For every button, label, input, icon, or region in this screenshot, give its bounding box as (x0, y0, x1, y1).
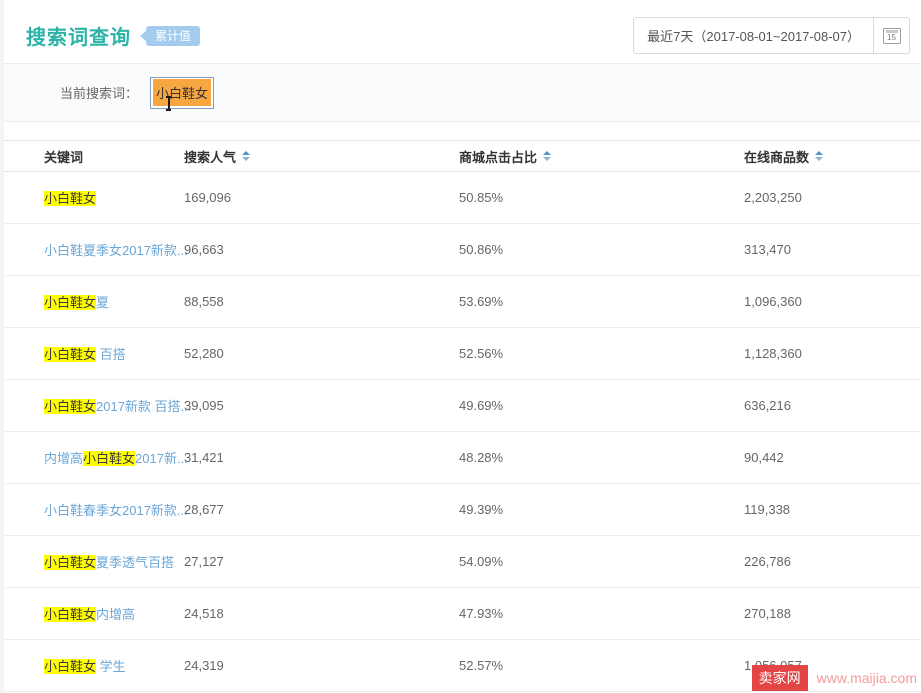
keyword-link[interactable]: 小白鞋女夏 (44, 295, 109, 310)
search-input-value: 小白鞋女 (153, 79, 211, 106)
date-range-label: 最近7天（2017-08-01~2017-08-07） (634, 18, 873, 53)
cell-online-products: 636,216 (744, 398, 921, 413)
current-search-label: 当前搜索词： (60, 83, 138, 102)
cell-online-products: 226,786 (744, 554, 921, 569)
cell-search-popularity: 52,280 (184, 346, 459, 361)
cell-search-popularity: 24,319 (184, 658, 459, 673)
keyword-link[interactable]: 小白鞋女 学生 (44, 659, 126, 674)
table-body: 小白鞋女 169,096 50.85% 2,203,250 小白鞋夏季女2017… (4, 172, 921, 692)
cell-search-popularity: 28,677 (184, 502, 459, 517)
table-row: 小白鞋女内增高 24,518 47.93% 270,188 (4, 588, 921, 640)
table-row: 小白鞋女2017新款 百搭... 39,095 49.69% 636,216 (4, 380, 921, 432)
table-row: 小白鞋夏季女2017新款... 96,663 50.86% 313,470 (4, 224, 921, 276)
table-row: 小白鞋女夏季透气百搭 27,127 54.09% 226,786 (4, 536, 921, 588)
search-term-query-page: 搜索词查询 累计值 最近7天（2017-08-01~2017-08-07） 15… (0, 0, 921, 693)
table-row: 内增高小白鞋女2017新... 31,421 48.28% 90,442 (4, 432, 921, 484)
header: 搜索词查询 累计值 (26, 21, 200, 50)
cell-search-popularity: 88,558 (184, 294, 459, 309)
cell-click-ratio: 47.93% (459, 606, 744, 621)
sort-icon[interactable] (815, 151, 823, 161)
text-cursor-icon (164, 96, 173, 111)
cell-search-popularity: 96,663 (184, 242, 459, 257)
cumulative-value-badge: 累计值 (146, 26, 200, 46)
sort-icon[interactable] (543, 151, 551, 161)
sort-icon[interactable] (242, 151, 250, 161)
calendar-day: 15 (884, 33, 900, 43)
keyword-link[interactable]: 小白鞋女 百搭 (44, 347, 126, 362)
cell-online-products: 90,442 (744, 450, 921, 465)
cell-click-ratio: 53.69% (459, 294, 744, 309)
cell-click-ratio: 52.57% (459, 658, 744, 673)
calendar-button[interactable]: 15 (873, 18, 909, 53)
calendar-icon: 15 (883, 28, 901, 44)
cell-click-ratio: 50.85% (459, 190, 744, 205)
keyword-link[interactable]: 小白鞋春季女2017新款... (44, 503, 188, 518)
cell-click-ratio: 50.86% (459, 242, 744, 257)
date-range-picker[interactable]: 最近7天（2017-08-01~2017-08-07） 15 (633, 17, 910, 54)
keyword-link[interactable]: 小白鞋女 (44, 191, 96, 206)
cell-click-ratio: 49.69% (459, 398, 744, 413)
cell-online-products: 1,128,360 (744, 346, 921, 361)
cell-online-products: 270,188 (744, 606, 921, 621)
search-input[interactable]: 小白鞋女 (150, 77, 214, 109)
table-row: 小白鞋女 169,096 50.85% 2,203,250 (4, 172, 921, 224)
cell-online-products: 313,470 (744, 242, 921, 257)
current-search-section: 当前搜索词： 小白鞋女 (4, 63, 921, 122)
watermark: 卖家网 www.maijia.com (752, 665, 921, 691)
watermark-url: www.maijia.com (817, 670, 917, 686)
keyword-link[interactable]: 小白鞋夏季女2017新款... (44, 243, 188, 258)
cell-search-popularity: 27,127 (184, 554, 459, 569)
cell-search-popularity: 24,518 (184, 606, 459, 621)
cell-search-popularity: 39,095 (184, 398, 459, 413)
column-header-click-ratio[interactable]: 商城点击占比 (459, 147, 744, 166)
keyword-link[interactable]: 小白鞋女内增高 (44, 607, 135, 622)
cell-online-products: 119,338 (744, 502, 921, 517)
keyword-link[interactable]: 小白鞋女夏季透气百搭 (44, 555, 174, 570)
keyword-link[interactable]: 小白鞋女2017新款 百搭... (44, 399, 191, 414)
cell-search-popularity: 169,096 (184, 190, 459, 205)
cell-click-ratio: 48.28% (459, 450, 744, 465)
page-title: 搜索词查询 (26, 21, 131, 50)
badge-arrow-icon (140, 31, 146, 41)
cell-online-products: 1,096,360 (744, 294, 921, 309)
keyword-link[interactable]: 内增高小白鞋女2017新... (44, 451, 188, 466)
table-row: 小白鞋女夏 88,558 53.69% 1,096,360 (4, 276, 921, 328)
keywords-table: 关键词 搜索人气 商城点击占比 在线商品数 小白鞋女 169,096 50.85… (4, 140, 921, 692)
cell-search-popularity: 31,421 (184, 450, 459, 465)
cell-click-ratio: 54.09% (459, 554, 744, 569)
column-header-search-popularity[interactable]: 搜索人气 (184, 147, 459, 166)
table-row: 小白鞋春季女2017新款... 28,677 49.39% 119,338 (4, 484, 921, 536)
watermark-brand: 卖家网 (752, 665, 808, 691)
cell-click-ratio: 52.56% (459, 346, 744, 361)
cell-click-ratio: 49.39% (459, 502, 744, 517)
table-header: 关键词 搜索人气 商城点击占比 在线商品数 (4, 140, 921, 172)
cell-online-products: 2,203,250 (744, 190, 921, 205)
column-header-keyword: 关键词 (4, 147, 184, 166)
table-row: 小白鞋女 百搭 52,280 52.56% 1,128,360 (4, 328, 921, 380)
badge-label: 累计值 (155, 29, 191, 43)
column-header-online-products[interactable]: 在线商品数 (744, 147, 921, 166)
